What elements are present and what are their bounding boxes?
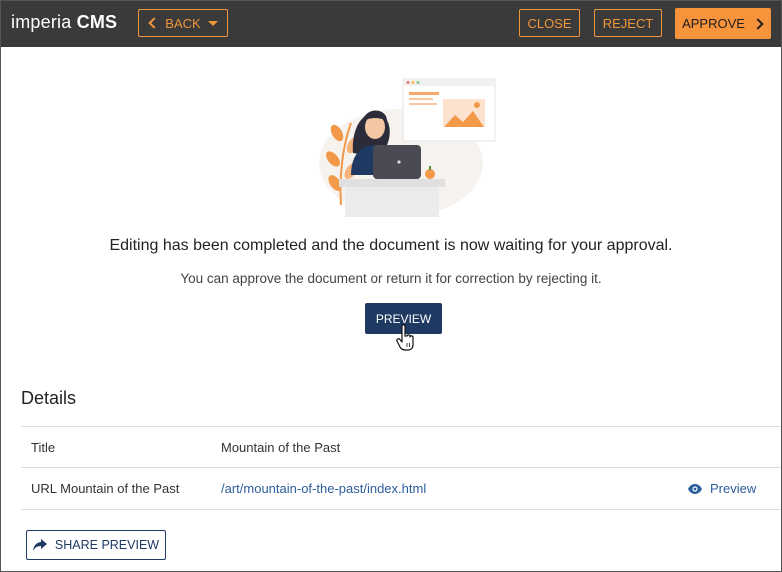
- reject-label: REJECT: [602, 15, 654, 31]
- top-bar: imperia CMS BACK CLOSE REJECT APPROVE: [1, 1, 781, 47]
- approve-button[interactable]: APPROVE: [675, 8, 771, 39]
- url-link[interactable]: /art/mountain-of-the-past/index.html: [221, 481, 426, 496]
- hand-cursor-icon: [396, 324, 414, 351]
- chevron-left-icon: [148, 17, 160, 29]
- detail-row-url: URL Mountain of the Past /art/mountain-o…: [21, 467, 781, 510]
- status-subline: You can approve the document or return i…: [180, 271, 602, 286]
- back-button[interactable]: BACK: [138, 9, 228, 37]
- detail-label: Title: [31, 440, 56, 455]
- share-preview-label: SHARE PREVIEW: [54, 538, 160, 552]
- share-preview-button[interactable]: SHARE PREVIEW: [26, 530, 166, 560]
- url-preview-link[interactable]: Preview: [687, 481, 756, 496]
- app-logo: imperia CMS: [11, 12, 118, 32]
- detail-row-title: Title Mountain of the Past: [21, 426, 781, 468]
- detail-value: Mountain of the Past: [221, 440, 341, 455]
- approve-label: APPROVE: [682, 16, 745, 31]
- back-label: BACK: [165, 15, 201, 31]
- chevron-right-icon: [752, 17, 764, 30]
- approval-illustration: [319, 78, 496, 217]
- close-button[interactable]: CLOSE: [519, 9, 580, 37]
- status-headline: Editing has been completed and the docum…: [109, 237, 673, 254]
- close-label: CLOSE: [527, 15, 572, 31]
- details-heading: Details: [21, 388, 77, 408]
- reject-button[interactable]: REJECT: [594, 9, 662, 37]
- preview-link-label: Preview: [710, 481, 757, 496]
- detail-label: URL Mountain of the Past: [31, 481, 180, 496]
- eye-icon: [688, 483, 702, 494]
- share-icon: [32, 539, 47, 551]
- caret-down-icon: [207, 20, 218, 26]
- app-window: imperia CMS BACK CLOSE REJECT APPROVE Ed…: [0, 0, 782, 572]
